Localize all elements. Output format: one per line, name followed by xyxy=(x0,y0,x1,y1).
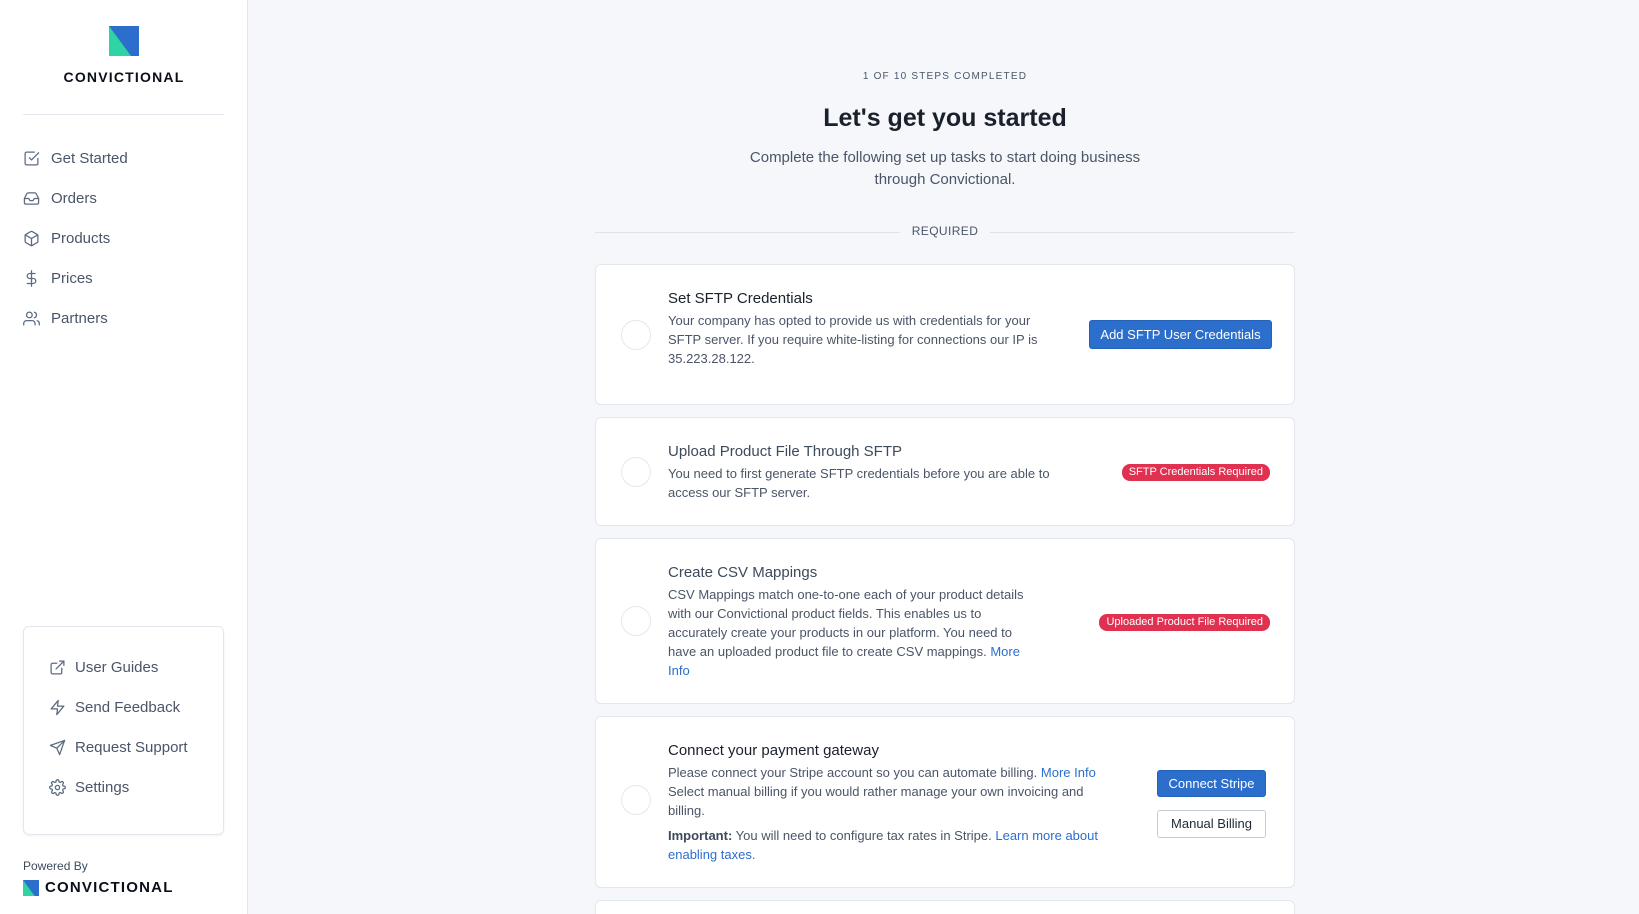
page-subtitle: Complete the following set up tasks to s… xyxy=(749,149,1141,188)
task-card-csv-mappings: Create CSV Mappings CSV Mappings match o… xyxy=(595,538,1295,704)
task-body: Set SFTP Credentials Your company has op… xyxy=(668,290,1063,368)
sidebar-divider xyxy=(23,114,224,115)
task-status-checkbox[interactable] xyxy=(621,606,651,636)
task-description: You need to first generate SFTP credenti… xyxy=(668,466,1050,500)
onboarding-panel: 1 OF 10 STEPS COMPLETED Let's get you st… xyxy=(595,0,1295,914)
external-link-icon xyxy=(50,659,65,675)
sidebar-item-partners[interactable]: Partners xyxy=(23,298,128,338)
box-icon xyxy=(24,230,39,246)
sidebar-item-label: Products xyxy=(51,229,111,247)
task-title: Upload Product File Through SFTP xyxy=(668,443,903,460)
task-description: CSV Mappings match one-to-one each of yo… xyxy=(668,585,1043,680)
sidebar-item-prices[interactable]: Prices xyxy=(23,258,128,298)
gear-icon xyxy=(49,778,66,796)
convictional-logo-icon xyxy=(23,879,39,896)
more-info-link[interactable]: More Info xyxy=(1041,765,1096,780)
task-card-upload-product-file: Upload Product File Through SFTP You nee… xyxy=(595,417,1295,526)
help-item-label: Send Feedback xyxy=(75,698,181,716)
help-item-label: Settings xyxy=(75,778,130,796)
section-divider: REQUIRED xyxy=(595,224,1295,240)
status-badge: Uploaded Product File Required xyxy=(1099,614,1270,631)
sidebar: CONVICTIONAL Get Started Orders Products… xyxy=(0,0,248,914)
important-text: You will need to configure tax rates in … xyxy=(735,828,992,843)
add-sftp-credentials-button[interactable]: Add SFTP User Credentials xyxy=(1089,320,1272,349)
task-title: Connect your payment gateway xyxy=(668,742,879,759)
convictional-logo-icon xyxy=(109,26,139,56)
connect-stripe-button[interactable]: Connect Stripe xyxy=(1157,770,1266,797)
task-card-payment-gateway: Connect your payment gateway Please conn… xyxy=(595,716,1295,888)
sidebar-item-label: Get Started xyxy=(51,149,128,167)
help-item-label: Request Support xyxy=(75,738,188,756)
sidebar-item-label: Prices xyxy=(51,269,93,287)
send-icon xyxy=(49,739,66,755)
sidebar-item-products[interactable]: Products xyxy=(23,218,128,258)
main-content: 1 OF 10 STEPS COMPLETED Let's get you st… xyxy=(248,0,1639,914)
task-status-checkbox[interactable] xyxy=(621,457,651,487)
task-description: Please connect your Stripe account so yo… xyxy=(668,763,1123,782)
brand-logo[interactable]: CONVICTIONAL xyxy=(0,26,248,85)
checkbox-icon xyxy=(24,150,40,166)
task-title: Create CSV Mappings xyxy=(668,564,818,581)
powered-by: Powered By CONVICTIONAL xyxy=(23,859,174,896)
inbox-icon xyxy=(23,191,40,205)
sidebar-item-orders[interactable]: Orders xyxy=(23,178,128,218)
sidebar-item-label: Partners xyxy=(51,309,108,327)
status-badge: SFTP Credentials Required xyxy=(1121,464,1270,481)
help-item-label: User Guides xyxy=(75,658,159,676)
manual-billing-button[interactable]: Manual Billing xyxy=(1157,810,1266,838)
users-icon xyxy=(23,310,40,326)
help-panel: User Guides Send Feedback Request Suppor… xyxy=(23,626,224,835)
help-item-request-support[interactable]: Request Support xyxy=(24,727,223,767)
task-body: Connect your payment gateway Please conn… xyxy=(668,742,1123,864)
important-label: Important: xyxy=(668,828,733,843)
task-description-text: CSV Mappings match one-to-one each of yo… xyxy=(668,587,1024,659)
task-description: Your company has opted to provide us wit… xyxy=(668,313,1038,366)
task-description-text: Please connect your Stripe account so yo… xyxy=(668,765,1038,780)
sidebar-item-get-started[interactable]: Get Started xyxy=(23,138,128,178)
task-card-sftp-credentials: Set SFTP Credentials Your company has op… xyxy=(595,264,1295,405)
sidebar-item-label: Orders xyxy=(51,189,97,207)
page-title: Let's get you started xyxy=(823,104,1067,132)
help-item-send-feedback[interactable]: Send Feedback xyxy=(24,687,223,727)
task-card-next xyxy=(595,900,1295,914)
task-important-note: Important: You will need to configure ta… xyxy=(668,826,1123,864)
powered-by-label: Powered By xyxy=(23,859,88,873)
powered-by-brand-name: CONVICTIONAL xyxy=(45,879,174,896)
task-description-secondary: Select manual billing if you would rathe… xyxy=(668,784,1084,818)
section-label: REQUIRED xyxy=(911,224,979,238)
sidebar-nav: Get Started Orders Products Prices Partn… xyxy=(23,138,128,338)
help-item-user-guides[interactable]: User Guides xyxy=(24,647,223,687)
task-status-checkbox[interactable] xyxy=(621,320,651,350)
task-body: Create CSV Mappings CSV Mappings match o… xyxy=(668,564,1043,680)
dollar-icon xyxy=(26,269,37,287)
task-title: Set SFTP Credentials xyxy=(668,290,813,307)
powered-by-brand[interactable]: CONVICTIONAL xyxy=(23,879,174,896)
lightning-icon xyxy=(50,699,65,715)
help-item-settings[interactable]: Settings xyxy=(24,767,223,807)
task-body: Upload Product File Through SFTP You nee… xyxy=(668,443,1073,502)
task-status-checkbox[interactable] xyxy=(621,785,651,815)
brand-name: CONVICTIONAL xyxy=(63,69,185,85)
progress-text: 1 OF 10 STEPS COMPLETED xyxy=(862,71,1028,82)
